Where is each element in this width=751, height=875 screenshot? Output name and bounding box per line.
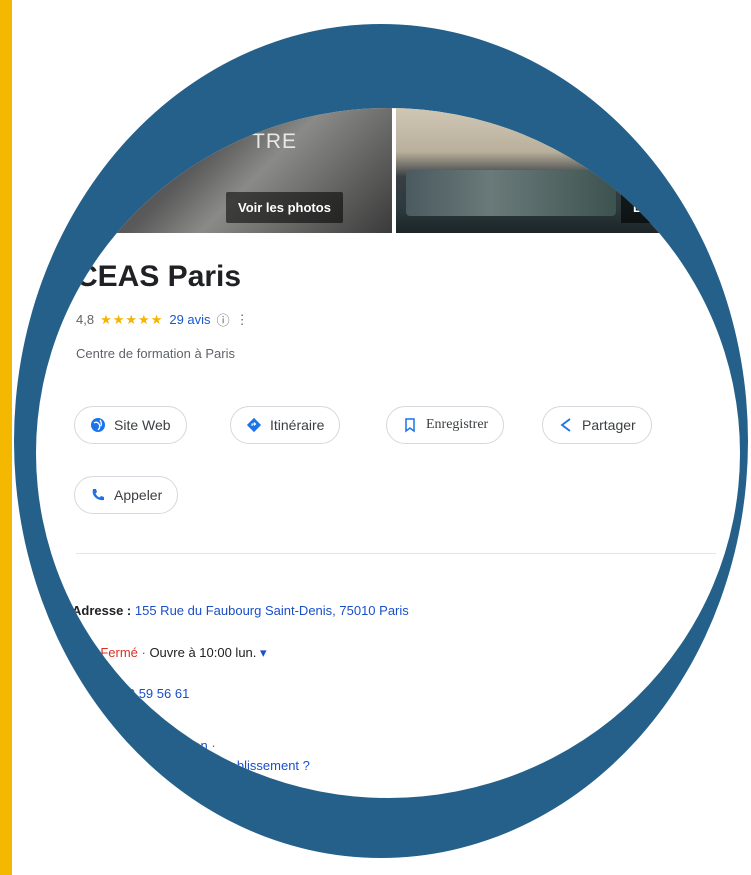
rating-value: 4,8 [76, 312, 95, 327]
phone-link[interactable]: 07 89 59 56 61 [103, 686, 190, 701]
business-name: CEAS Paris [76, 260, 242, 293]
bus-image [406, 170, 616, 216]
photo-strip: TRE Voir les photos Ex [36, 108, 740, 233]
reviews-link[interactable]: 29 avis [169, 312, 210, 327]
business-card: TRE Voir les photos Ex CEAS Paris 4,8 ★★… [36, 108, 740, 798]
website-button[interactable]: Site Web [74, 406, 187, 444]
directions-button-label: Itinéraire [270, 417, 325, 433]
owner-row: Vous êtes le propriétaire de cet établis… [36, 758, 310, 773]
globe-icon [91, 418, 105, 432]
owner-claim-link[interactable]: Vous êtes le propriétaire de cet établis… [36, 758, 310, 773]
photo-right[interactable]: Ex [396, 108, 740, 233]
address-link[interactable]: 155 Rue du Faubourg Saint-Denis, 75010 P… [135, 603, 409, 618]
share-button-label: Partager [582, 417, 636, 433]
directions-icon [246, 417, 262, 433]
hours-status: Fermé [100, 645, 138, 660]
website-button-label: Site Web [114, 417, 171, 433]
exterior-photos-button[interactable]: Ex [621, 192, 661, 223]
share-button[interactable]: Partager [542, 406, 652, 444]
hours-dropdown-caret[interactable]: ▾ [256, 645, 267, 660]
save-button[interactable]: Enregistrer [386, 406, 505, 444]
business-category: Centre de formation à Paris [76, 346, 235, 361]
accent-stripe [0, 0, 12, 875]
section-divider [76, 553, 716, 554]
more-options-icon[interactable]: ⋮ [236, 312, 249, 328]
address-row: Adresse : 155 Rue du Faubourg Saint-Deni… [72, 603, 409, 618]
photo-left[interactable]: TRE Voir les photos [36, 108, 392, 233]
directions-button[interactable]: Itinéraire [230, 406, 341, 444]
hours-label: Horaires : [36, 645, 101, 660]
share-icon [560, 418, 571, 432]
rating-row: 4,8 ★★★★★ 29 avis ⓘ ⋮ [76, 310, 249, 329]
bookmark-icon [405, 418, 415, 433]
hours-row: Horaires : Fermé · Ouvre à 10:00 lun. ▾ [36, 645, 267, 661]
suggest-edit-row: Suggérer une modification · [56, 738, 216, 753]
suggest-edit-link[interactable]: Suggérer une modification [56, 738, 208, 753]
hours-separator: · [137, 645, 150, 660]
call-button[interactable]: Appeler [74, 476, 179, 514]
phone-label: Téléphone : [36, 686, 99, 701]
suggest-separator: · [207, 738, 216, 753]
phone-row: Téléphone : 07 89 59 56 61 [36, 686, 189, 701]
rating-stars: ★★★★★ [100, 311, 164, 327]
address-label: Adresse : [72, 603, 135, 618]
see-photos-button[interactable]: Voir les photos [226, 192, 343, 223]
call-button-label: Appeler [114, 487, 163, 503]
photo-overlay-text: TRE [252, 130, 297, 153]
hours-next-open[interactable]: Ouvre à 10:00 lun. [149, 645, 256, 660]
phone-icon [92, 489, 104, 501]
info-icon[interactable]: ⓘ [217, 310, 230, 329]
save-button-label: Enregistrer [426, 417, 489, 432]
